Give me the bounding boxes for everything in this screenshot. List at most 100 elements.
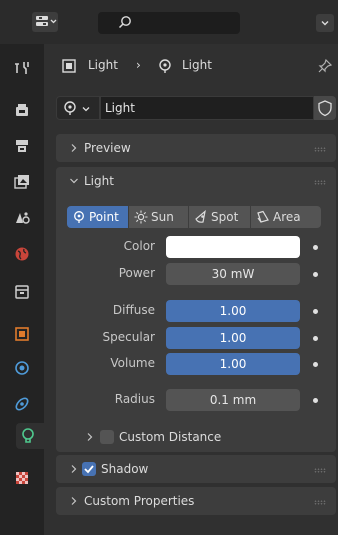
light-type-spot-label: Spot [211,210,239,224]
light-type-point-button[interactable]: Point [67,206,129,228]
object-icon [15,327,29,341]
specular-label: Specular [102,330,155,344]
breadcrumb-object-label: Light [88,58,118,72]
color-label: Color [123,239,155,253]
tab-collection[interactable] [12,282,32,302]
shadow-checkbox[interactable] [82,462,96,476]
custom-distance-checkbox[interactable] [100,430,114,444]
chevron-right-icon [71,144,77,152]
panel-light-header[interactable]: Light [56,167,336,197]
keyframe-dot-icon[interactable] [313,272,318,277]
specular-field[interactable]: 1.00 [166,327,300,349]
light-type-area-button[interactable]: Area [251,206,321,228]
drag-grip-icon[interactable] [314,147,326,152]
object-data-icon [62,59,76,73]
search-icon [118,16,131,29]
diffuse-label: Diffuse [112,303,155,317]
panel-shadow-title: Shadow [101,462,149,476]
area-light-icon [257,210,269,223]
point-light-icon [74,211,84,223]
world-icon [15,247,29,261]
panel-shadow-header[interactable]: Shadow [56,455,336,485]
texture-icon [16,472,28,484]
output-icon [16,140,28,152]
chevron-right-icon [71,465,77,473]
breadcrumb: Light › Light [52,53,338,79]
panel-preview-title: Preview [84,141,131,155]
tab-light-data[interactable] [16,423,44,449]
subpanel-custom-distance-header[interactable]: Custom Distance [84,426,324,448]
panel-custom-properties: Custom Properties [56,487,336,515]
volume-label: Volume [110,356,155,370]
light-data-icon [22,428,34,443]
panel-shadow: Shadow [56,455,336,483]
collection-icon [15,285,29,299]
editor-type-button[interactable] [32,12,58,32]
header-bar [0,0,338,44]
tab-scene[interactable] [12,208,32,228]
drag-grip-icon[interactable] [314,468,326,473]
datablock-selector: Light [56,96,336,120]
light-type-sun-label: Sun [151,210,174,224]
tab-physics[interactable] [12,358,32,378]
sun-light-icon [134,210,148,224]
chevron-down-icon [82,107,90,112]
tab-object[interactable] [12,324,32,344]
keyframe-dot-icon[interactable] [313,336,318,341]
light-type-sun-button[interactable]: Sun [129,206,189,228]
render-icon [16,104,28,116]
browse-light-button[interactable] [56,96,100,120]
light-type-spot-button[interactable]: Spot [189,206,251,228]
drag-grip-icon[interactable] [314,180,326,185]
physics-icon [15,361,29,375]
tab-output[interactable] [12,136,32,156]
chevron-right-icon [71,497,77,505]
volume-field[interactable]: 1.00 [166,353,300,375]
tab-render[interactable] [12,100,32,120]
light-name-value: Light [105,101,135,115]
power-field[interactable]: 30 mW [166,263,300,285]
tab-constraints[interactable] [12,394,32,414]
tab-texture[interactable] [12,468,32,488]
tab-view-layer[interactable] [12,172,32,192]
fake-user-button[interactable] [314,96,336,120]
panel-preview-header[interactable]: Preview [56,134,336,164]
light-type-point-label: Point [89,210,119,224]
keyframe-dot-icon[interactable] [313,362,318,367]
light-name-field[interactable]: Light [100,96,314,120]
light-type-area-label: Area [273,210,301,224]
scene-icon [16,212,30,224]
panel-custom-properties-header[interactable]: Custom Properties [56,487,336,517]
breadcrumb-data-label: Light [182,58,212,72]
keyframe-dot-icon[interactable] [313,309,318,314]
checkmark-icon [84,465,94,474]
light-icon [159,59,171,73]
search-input[interactable] [98,12,240,34]
constraints-icon [15,397,29,411]
light-type-selector: Point Sun Spot Area [67,206,321,228]
tab-tool[interactable] [12,58,32,78]
options-dropdown-button[interactable] [316,14,334,32]
chevron-down-icon [70,178,78,184]
tool-icon [15,62,29,74]
properties-editor-icon [36,16,57,26]
radius-field[interactable]: 0.1 mm [166,389,300,411]
keyframe-dot-icon[interactable] [313,398,318,403]
shield-icon [318,100,332,117]
tab-world[interactable] [12,244,32,264]
view-layer-icon [14,175,29,189]
color-swatch[interactable] [166,236,300,258]
spot-light-icon [195,210,206,223]
custom-distance-label: Custom Distance [119,430,222,444]
chevron-right-icon [87,433,93,441]
diffuse-field[interactable]: 1.00 [166,300,300,322]
panel-custom-properties-title: Custom Properties [84,494,195,508]
radius-label: Radius [114,392,155,406]
chevron-down-icon [321,21,329,26]
drag-grip-icon[interactable] [314,500,326,505]
breadcrumb-separator: › [136,58,141,72]
light-icon [64,101,76,115]
panel-preview: Preview [56,134,336,162]
pin-icon[interactable] [317,58,333,74]
keyframe-dot-icon[interactable] [313,245,318,250]
